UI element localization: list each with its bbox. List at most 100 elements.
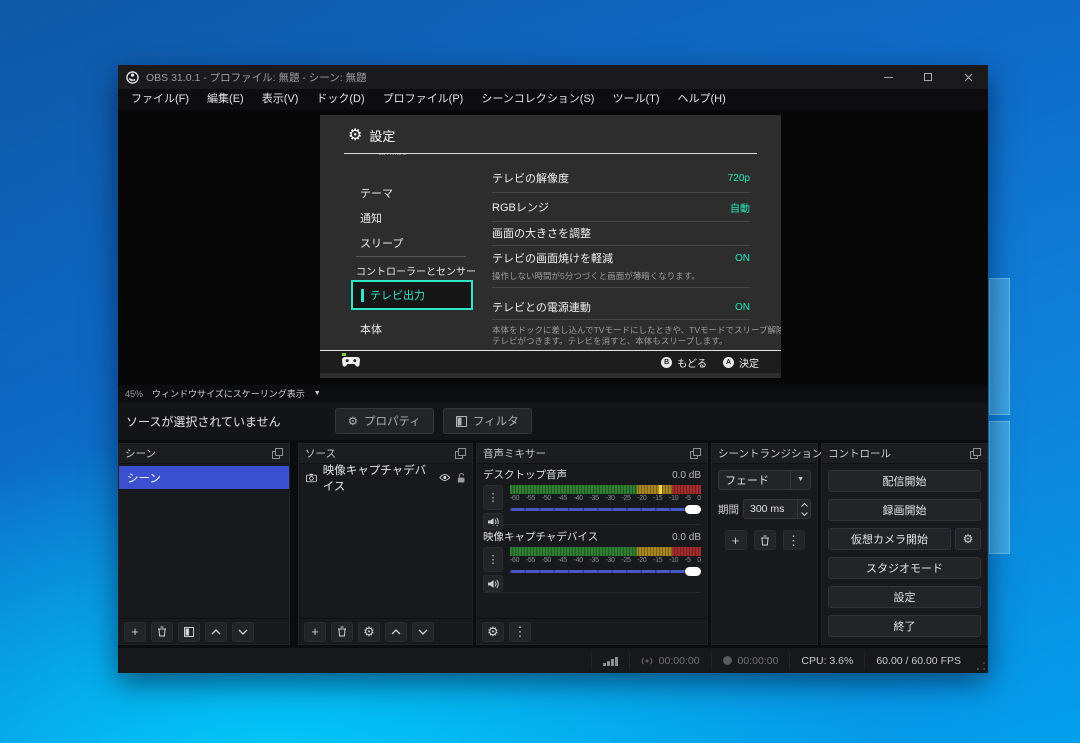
virtual-camera-settings-button[interactable]: ⚙ <box>955 528 981 550</box>
remove-source-button[interactable] <box>331 622 353 642</box>
speaker-icon <box>488 517 499 527</box>
row-tv-resolution: テレビの解像度720p <box>492 170 750 186</box>
studio-mode-button[interactable]: スタジオモード <box>828 557 981 579</box>
mixer-channel-desktop-audio: デスクトップ音声 0.0 dB ⋮ <box>483 467 701 530</box>
controls-dock-header[interactable]: コントロール <box>822 444 987 464</box>
slider-track <box>510 570 701 573</box>
duration-label: 期間 <box>718 502 739 517</box>
filters-button[interactable]: フィルタ <box>443 408 532 434</box>
unlock-icon[interactable] <box>457 472 465 484</box>
window-resize-grip[interactable] <box>977 662 985 670</box>
menu-file[interactable]: ファイル(F) <box>122 89 198 110</box>
burnin-description: 操作しない時間が5分つづくと画面が薄暗くなります。 <box>492 270 762 282</box>
channel-name: デスクトップ音声 <box>483 467 567 482</box>
popout-icon[interactable] <box>272 448 283 459</box>
dock-area: シーン シーン + <box>118 440 988 648</box>
channel-menu-button[interactable]: ⋮ <box>483 485 503 510</box>
switch-sidebar-system: 本体 <box>360 321 382 337</box>
transition-properties-button[interactable]: ⋮ <box>783 530 805 550</box>
close-button[interactable] <box>948 65 988 89</box>
maximize-button[interactable] <box>908 65 948 89</box>
start-virtual-camera-button[interactable]: 仮想カメラ開始 <box>828 528 951 550</box>
channel-name: 映像キャプチャデバイス <box>483 529 598 544</box>
gear-icon: ⚙ <box>348 414 358 428</box>
scenes-toolbar: + <box>119 618 289 644</box>
advanced-audio-button[interactable]: ⚙ <box>482 622 504 642</box>
chevron-down-icon <box>418 629 428 635</box>
move-scene-down-button[interactable] <box>232 622 254 642</box>
transitions-dock-header[interactable]: シーントランジション <box>712 444 817 464</box>
menu-help[interactable]: ヘルプ(H) <box>669 89 735 110</box>
remove-scene-button[interactable] <box>151 622 173 642</box>
volume-meter <box>510 547 701 556</box>
title-bar: OBS 31.0.1 - プロファイル: 無題 - シーン: 無題 <box>118 65 988 89</box>
confirm-hint: A 決定 <box>723 355 759 370</box>
mute-button[interactable] <box>483 513 503 530</box>
source-list-item[interactable]: 映像キャプチャデバイス <box>299 466 472 489</box>
wallpaper-window-pane <box>989 278 1010 415</box>
source-properties-button[interactable]: ⚙ <box>358 622 380 642</box>
volume-slider[interactable] <box>510 503 701 516</box>
mixer-dock-header[interactable]: 音声ミキサー <box>477 444 707 464</box>
slider-handle[interactable] <box>685 505 701 514</box>
section-divider <box>483 592 701 593</box>
menu-view[interactable]: 表示(V) <box>253 89 308 110</box>
mixer-menu-button[interactable]: ⋮ <box>509 622 531 642</box>
back-hint: B もどる <box>661 355 707 370</box>
power-description-line2: テレビがつきます。テレビを消すと、本体もスリープします。 <box>492 335 762 347</box>
menu-edit[interactable]: 編集(E) <box>198 89 253 110</box>
exit-button[interactable]: 終了 <box>828 615 981 637</box>
menu-tools[interactable]: ツール(T) <box>603 89 668 110</box>
remove-transition-button[interactable] <box>754 530 776 550</box>
a-button-icon: A <box>723 357 734 368</box>
switch-footer-bar: B もどる A 決定 <box>320 350 781 373</box>
spinner-up-button[interactable] <box>798 500 810 509</box>
peak-indicator <box>659 485 662 494</box>
sources-toolbar: + ⚙ <box>299 618 472 644</box>
captured-video-switch-settings: ⚙ 設定 amiibo テーマ 通知 スリープ コントローラーとセンサー テレビ… <box>320 115 781 378</box>
fps-indicator: 60.00 / 60.00 FPS <box>864 653 972 669</box>
channel-menu-button[interactable]: ⋮ <box>483 547 503 572</box>
scene-list-item-selected[interactable]: シーン <box>119 466 289 489</box>
row-divider <box>492 192 750 193</box>
selection-accent-bar <box>361 289 364 302</box>
slider-handle[interactable] <box>685 567 701 576</box>
popout-icon[interactable] <box>455 448 466 459</box>
add-source-button[interactable]: + <box>304 622 326 642</box>
spinner-down-button[interactable] <box>798 509 810 518</box>
visibility-eye-icon[interactable] <box>439 473 451 482</box>
meter-scale: -60-55-50-45-40-35-30-25-20-15-10-50 <box>510 557 701 564</box>
move-source-up-button[interactable] <box>385 622 407 642</box>
start-streaming-button[interactable]: 配信開始 <box>828 470 981 492</box>
menu-profile[interactable]: プロファイル(P) <box>374 89 473 110</box>
preview-scale-bar[interactable]: 45% ウィンドウサイズにスケーリング表示 ▼ <box>118 385 988 402</box>
minimize-button[interactable] <box>868 65 908 89</box>
move-scene-up-button[interactable] <box>205 622 227 642</box>
settings-button[interactable]: 設定 <box>828 586 981 608</box>
mixer-channel-video-capture: 映像キャプチャデバイス 0.0 dB ⋮ <box>483 529 701 592</box>
b-button-icon: B <box>661 357 672 368</box>
start-recording-button[interactable]: 録画開始 <box>828 499 981 521</box>
switch-sidebar-tv-output-selected: テレビ出力 <box>351 280 473 310</box>
menu-docks[interactable]: ドック(D) <box>307 89 373 110</box>
add-scene-button[interactable]: + <box>124 622 146 642</box>
row-rgb-range: RGBレンジ自動 <box>492 199 750 215</box>
record-timer: 00:00:00 <box>711 653 790 669</box>
mixer-toolbar: ⚙ ⋮ <box>477 618 707 644</box>
properties-button[interactable]: ⚙ プロパティ <box>335 408 434 434</box>
duration-input[interactable]: 300 ms <box>743 499 811 519</box>
mute-button[interactable] <box>483 575 503 592</box>
preview-canvas[interactable]: ⚙ 設定 amiibo テーマ 通知 スリープ コントローラーとセンサー テレビ… <box>118 110 988 385</box>
scenes-dock-header[interactable]: シーン <box>119 444 289 464</box>
add-transition-button[interactable]: + <box>725 530 747 550</box>
volume-slider[interactable] <box>510 565 701 578</box>
transition-select[interactable]: フェード ▼ <box>718 470 811 490</box>
controls-dock: コントロール 配信開始 録画開始 仮想カメラ開始 ⚙ スタジオモード 設定 終了 <box>821 443 988 645</box>
sidebar-divider <box>356 256 466 257</box>
popout-icon[interactable] <box>690 448 701 459</box>
popout-icon[interactable] <box>970 448 981 459</box>
move-source-down-button[interactable] <box>412 622 434 642</box>
menu-scene-collection[interactable]: シーンコレクション(S) <box>472 89 603 110</box>
close-icon <box>964 73 973 82</box>
scene-filters-button[interactable] <box>178 622 200 642</box>
